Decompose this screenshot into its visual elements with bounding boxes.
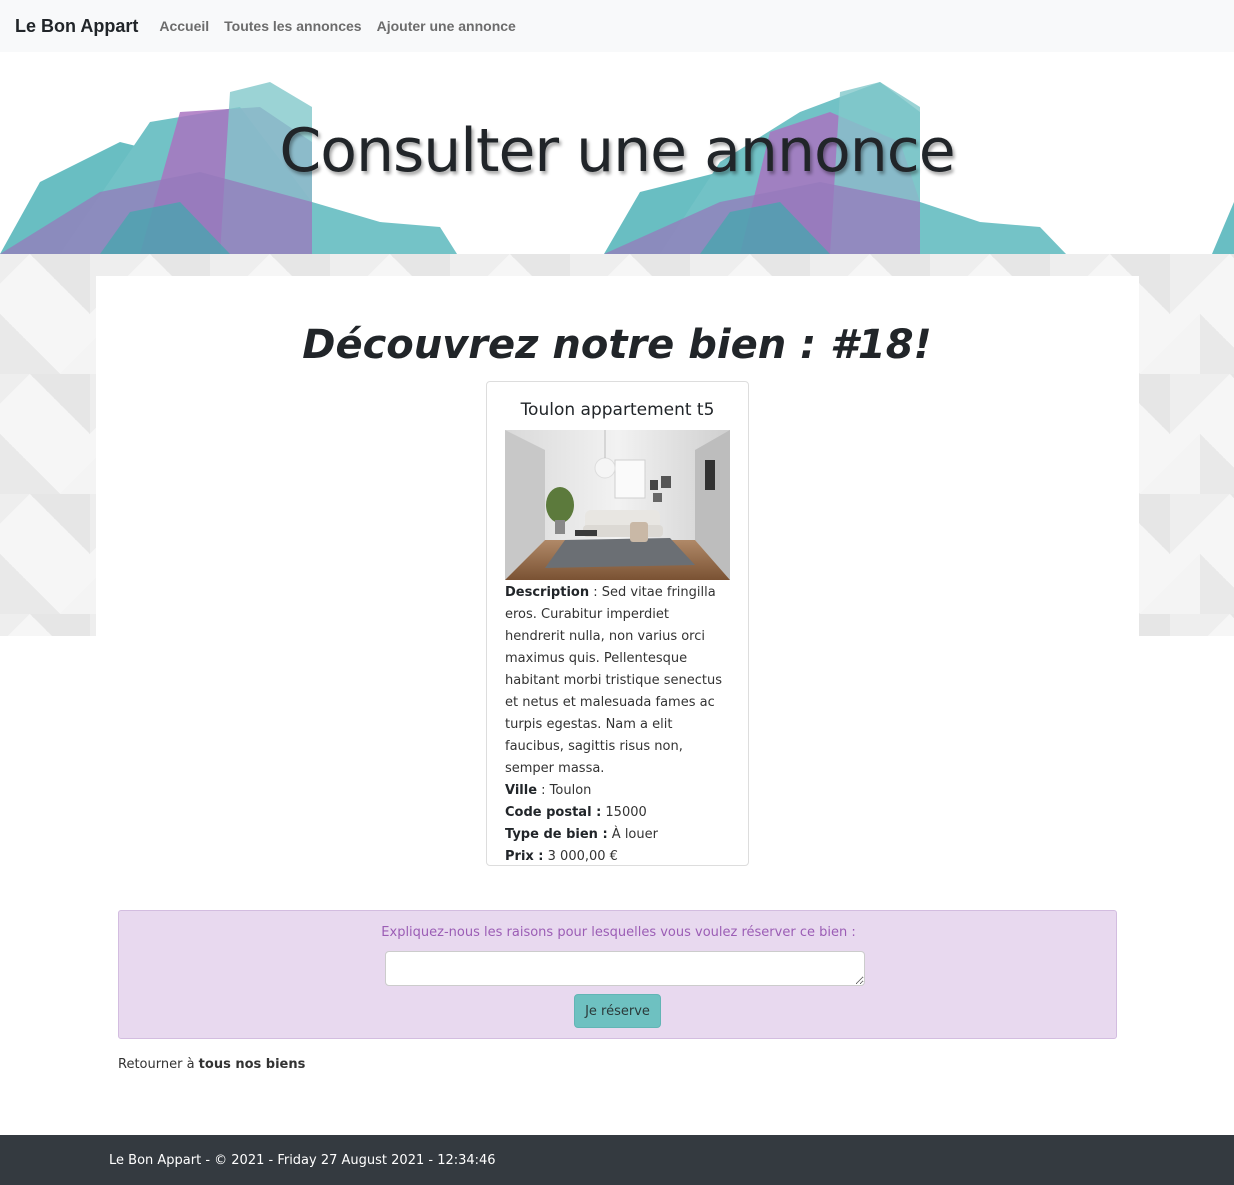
city-value: : Toulon xyxy=(537,783,592,798)
postcode-label: Code postal : xyxy=(505,805,602,820)
back-line: Retourner à tous nos biens xyxy=(118,1057,305,1072)
price-label: Prix : xyxy=(505,849,544,864)
type-label: Type de bien : xyxy=(505,827,608,842)
nav-link-accueil[interactable]: Accueil xyxy=(159,18,209,34)
description-value: : Sed vitae fringilla eros. Curabitur im… xyxy=(505,585,722,776)
price-value: 3 000,00 € xyxy=(543,849,618,864)
footer: Le Bon Appart - © 2021 - Friday 27 Augus… xyxy=(0,1135,1234,1185)
hero-banner: Consulter une annonce xyxy=(0,52,1234,254)
postcode-value: 15000 xyxy=(601,805,647,820)
postcode-row: Code postal : 15000 xyxy=(505,802,730,824)
reservation-textarea[interactable] xyxy=(385,951,865,986)
property-title: Toulon appartement t5 xyxy=(520,400,715,420)
nav-link-toutes-annonces[interactable]: Toutes les annonces xyxy=(224,18,361,34)
all-properties-link[interactable]: tous nos biens xyxy=(199,1057,306,1072)
back-prefix: Retourner à xyxy=(118,1057,199,1072)
page-title: Consulter une annonce xyxy=(279,116,955,186)
brand-link[interactable]: Le Bon Appart xyxy=(15,16,138,37)
nav-link-ajouter-annonce[interactable]: Ajouter une annonce xyxy=(377,18,516,34)
reservation-label: Expliquez-nous les raisons pour lesquell… xyxy=(381,925,856,940)
property-photo xyxy=(505,430,730,580)
footer-text: Le Bon Appart - © 2021 - Friday 27 Augus… xyxy=(109,1152,496,1168)
city-label: Ville xyxy=(505,783,538,798)
property-card: Toulon appartement t5 Description: Sed … xyxy=(486,381,749,866)
price-row: Prix : 3 000,00 € xyxy=(505,846,730,868)
property-heading: Découvrez notre bien : #18! xyxy=(302,322,932,368)
property-details: Description : Sed vitae fringilla eros. … xyxy=(505,582,730,868)
type-value: À louer xyxy=(607,827,658,842)
city-row: Ville : Toulon xyxy=(505,780,730,802)
navbar: Le Bon Appart Accueil Toutes les annonce… xyxy=(0,0,1234,52)
description-row: Description : Sed vitae fringilla eros. … xyxy=(505,582,730,780)
type-row: Type de bien : À louer xyxy=(505,824,730,846)
reserve-button[interactable]: Je réserve xyxy=(574,994,661,1028)
reservation-form: Expliquez-nous les raisons pour lesquell… xyxy=(118,910,1117,1039)
description-label: Description xyxy=(505,585,590,600)
